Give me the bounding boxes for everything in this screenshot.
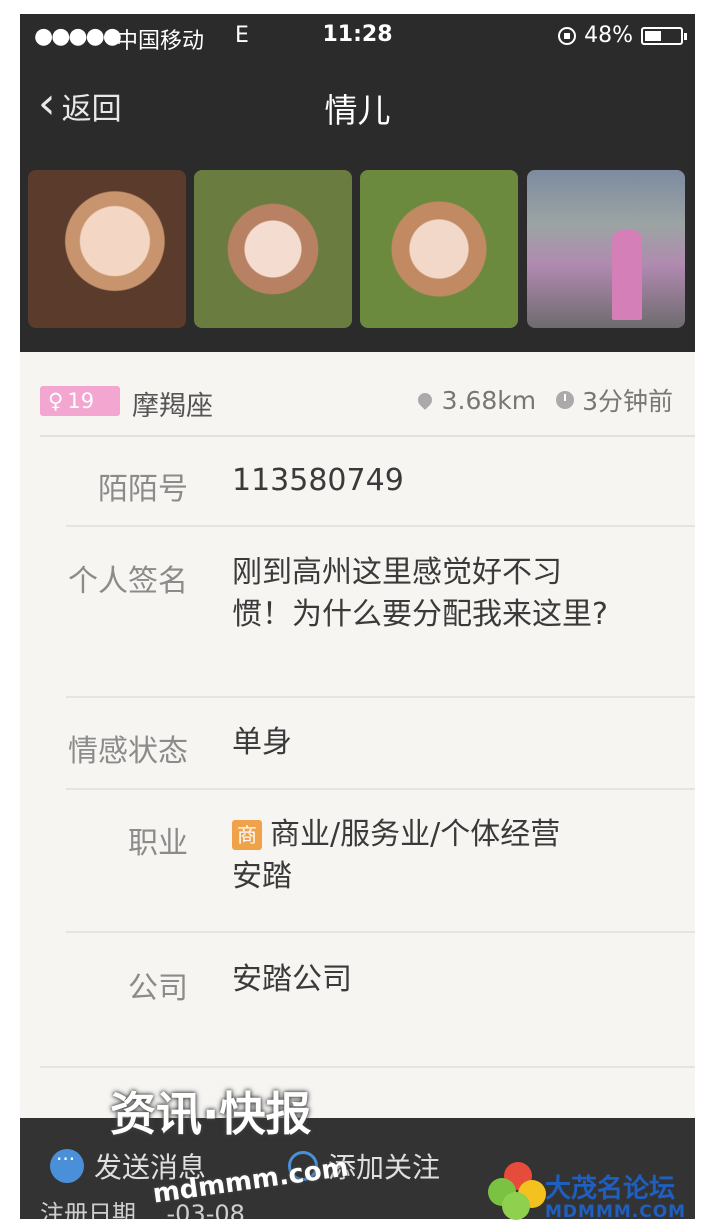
divider [40, 435, 695, 437]
company-value: 安踏公司 [232, 962, 352, 997]
row-label: 职业 [128, 826, 188, 861]
distance: 3.68km [441, 385, 537, 415]
logo-petal [502, 1192, 530, 1220]
battery-percent: 48% [584, 23, 633, 48]
status-bar: ●●●●● 中国移动 E 11:28 48% [20, 14, 695, 60]
age: 19 [67, 389, 95, 413]
divider [66, 788, 695, 790]
job-category: 商业/服务业/个体经营 [270, 817, 561, 852]
divider [66, 525, 695, 527]
battery-fill [645, 30, 661, 41]
clock-icon [556, 391, 575, 409]
battery-icon [641, 26, 687, 45]
female-icon: ♀ [48, 389, 64, 413]
battery-area: 48% [558, 23, 687, 48]
signature-value: 刚到高州这里感觉好不习惯！为什么要分配我来这里? [232, 555, 608, 632]
row-label: 情感状态 [68, 734, 188, 769]
divider [40, 1066, 695, 1068]
divider [66, 931, 695, 933]
momo-id-value: 113580749 [232, 463, 404, 498]
location-time-meta: 3.68km 3分钟前 [414, 382, 673, 418]
gender-age-badge: ♀ 19 [40, 386, 120, 416]
photo-strip [20, 152, 695, 352]
row-label: 陌陌号 [98, 472, 188, 507]
forum-logo-icon [488, 1162, 548, 1222]
page-title: 情儿 [324, 91, 391, 130]
relationship-value: 单身 [232, 725, 292, 760]
profile-photo[interactable] [527, 170, 685, 328]
news-watermark: 资讯·快报 [110, 1087, 312, 1141]
chat-bubble-icon [50, 1147, 84, 1183]
profile-photo[interactable] [360, 170, 518, 328]
profile-photo[interactable] [28, 170, 186, 328]
job-title: 安踏 [232, 859, 292, 894]
last-active: 3分钟前 [582, 387, 673, 416]
divider [66, 696, 695, 698]
job-value: 商商业/服务业/个体经营 安踏 [232, 814, 632, 898]
navigation-bar: ‹ 返回 情儿 [20, 60, 695, 152]
profile-summary: ♀ 19 摩羯座 3.68km 3分钟前 [20, 352, 695, 442]
location-pin-icon [414, 390, 435, 410]
row-label: 个人签名 [68, 564, 188, 599]
profile-photo[interactable] [194, 170, 352, 328]
business-badge-icon: 商 [232, 820, 262, 850]
phone-screen: ●●●●● 中国移动 E 11:28 48% ‹ 返回 情儿 ♀ 19 摩羯座 [20, 14, 695, 1219]
row-label: 公司 [128, 971, 188, 1006]
forum-url: MDMMM.COM [545, 1202, 687, 1222]
forum-name: 大茂名论坛 [545, 1174, 676, 1204]
rotation-lock-icon [558, 26, 577, 45]
zodiac-sign: 摩羯座 [132, 391, 213, 422]
